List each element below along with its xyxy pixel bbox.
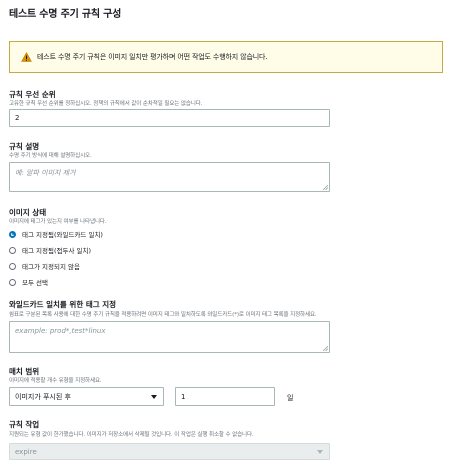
rule-action-description: 지원되는 유형 값이 한가했습니다. 이미지가 저장소에서 삭제될 것입니다. … [9,432,254,438]
radio-label: 모두 선택 [22,279,48,287]
image-status-description: 이미지에 태그가 있는지 여부를 나타냅니다. [9,219,107,225]
wildcard-tags-textarea[interactable]: example: prod*,test*linux [9,321,330,353]
wildcard-tags-placeholder: example: prod*,test*linux [15,327,106,335]
match-scope-select-value: 이미지가 푸시된 후 [15,392,71,401]
resize-handle-icon[interactable] [323,346,328,351]
radio-untagged[interactable]: 태그가 지정되지 않음 [9,261,80,271]
wildcard-tags-description: 쉼표로 구분된 목록 사용에 대한 수명 주기 규칙을 적용하려면 이미지 태그… [9,312,317,318]
radio-label: 태그가 지정되지 않음 [22,263,80,271]
radio-tagged-prefix[interactable]: 태그 지정됨(접두사 일치) [9,245,91,255]
count-unit-label: 일 [287,394,294,402]
radio-button[interactable] [9,262,16,270]
caret-down-icon [151,394,157,399]
radio-any[interactable]: 모두 선택 [9,277,48,287]
radio-label: 태그 지정됨(접두사 일치) [22,247,92,255]
resize-handle-icon[interactable] [323,185,328,190]
match-scope-select[interactable]: 이미지가 푸시된 후 [9,387,164,406]
warning-alert-text: 테스트 수명 주기 규칙은 이미지 일치만 평가하며 어떤 작업도 수행하지 않… [37,53,268,61]
warning-icon [21,52,32,62]
rule-action-select: expire [9,443,330,460]
rule-description-textarea[interactable]: 예: 알파 이미지 제거 [9,162,330,192]
rule-priority-input[interactable]: 2 [9,109,330,127]
rule-description-hint: 수명 주기 방식에 대해 설명하십시오. [9,153,92,159]
radio-button-selected[interactable] [9,230,16,238]
radio-button[interactable] [9,246,16,254]
radio-label: 태그 지정됨(와일드카드 일치) [22,231,103,239]
count-number-input[interactable]: 1 [175,387,275,406]
radio-tagged-wildcard[interactable]: 태그 지정됨(와일드카드 일치) [9,229,103,239]
page-title: 테스트 수명 주기 규칙 구성 [9,9,122,20]
wildcard-tags-label: 와일드카드 일치를 위한 태그 지정 [9,300,117,309]
warning-alert: 테스트 수명 주기 규칙은 이미지 일치만 평가하며 어떤 작업도 수행하지 않… [9,41,443,73]
radio-button[interactable] [9,278,16,286]
rule-description-placeholder: 예: 알파 이미지 제거 [15,169,76,177]
caret-down-icon [317,449,323,454]
rule-action-select-value: expire [15,447,37,456]
rule-priority-description: 고유한 규칙 우선 순위를 정하십시오. 정책의 규칙에서 값이 순차적일 필요… [9,101,203,107]
match-scope-description: 이미지에 적용할 개수 유형을 지정하세요. [9,378,102,384]
rule-action-label: 규칙 작업 [9,420,40,429]
